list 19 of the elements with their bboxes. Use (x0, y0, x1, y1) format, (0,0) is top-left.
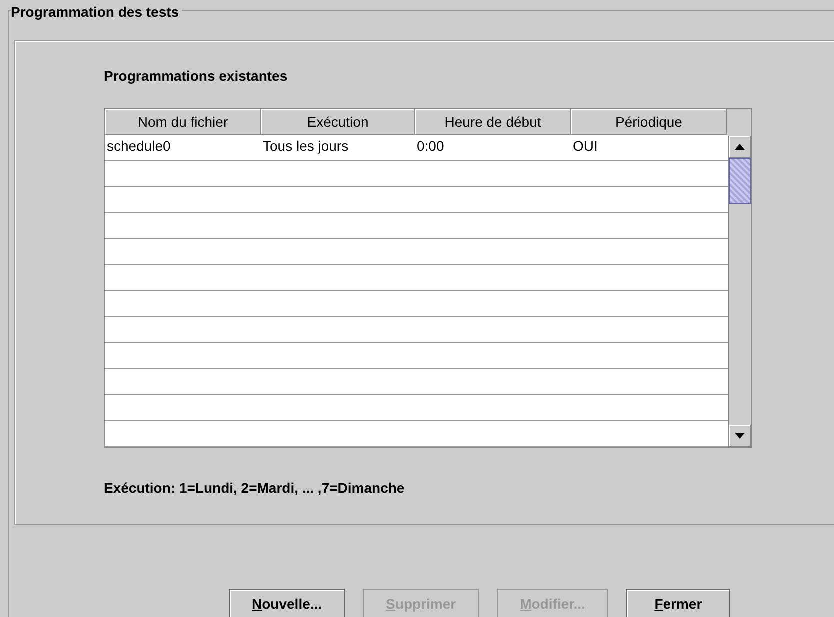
scroll-down-icon[interactable] (729, 425, 751, 447)
table-cell-text: schedule0 (106, 137, 172, 156)
column-header[interactable]: Exécution (261, 109, 415, 136)
scrollbar[interactable] (728, 136, 751, 447)
scroll-up-icon[interactable] (729, 136, 751, 158)
dialog-button[interactable]: Fermer (626, 589, 730, 617)
table-cell-text: Tous les jours (262, 137, 350, 156)
group-title: Programmation des tests (11, 5, 182, 19)
dialog-button[interactable]: Nouvelle... (229, 589, 346, 617)
scroll-thumb[interactable] (729, 158, 751, 204)
column-header[interactable]: Nom du fichier (105, 109, 261, 136)
table-cell-text: OUI (572, 137, 599, 156)
column-header[interactable]: Périodique (571, 109, 727, 136)
table-cell-text: 0:00 (416, 137, 446, 156)
legend-text: Exécution: 1=Lundi, 2=Mardi, ... ,7=Dimanche (104, 480, 406, 496)
section-title: Programmations existantes (104, 67, 289, 86)
table-row[interactable]: schedule0 Tous les jours 0:00 OUI (105, 135, 728, 161)
column-header[interactable]: Heure de début (415, 109, 571, 136)
header-corner (728, 109, 751, 136)
